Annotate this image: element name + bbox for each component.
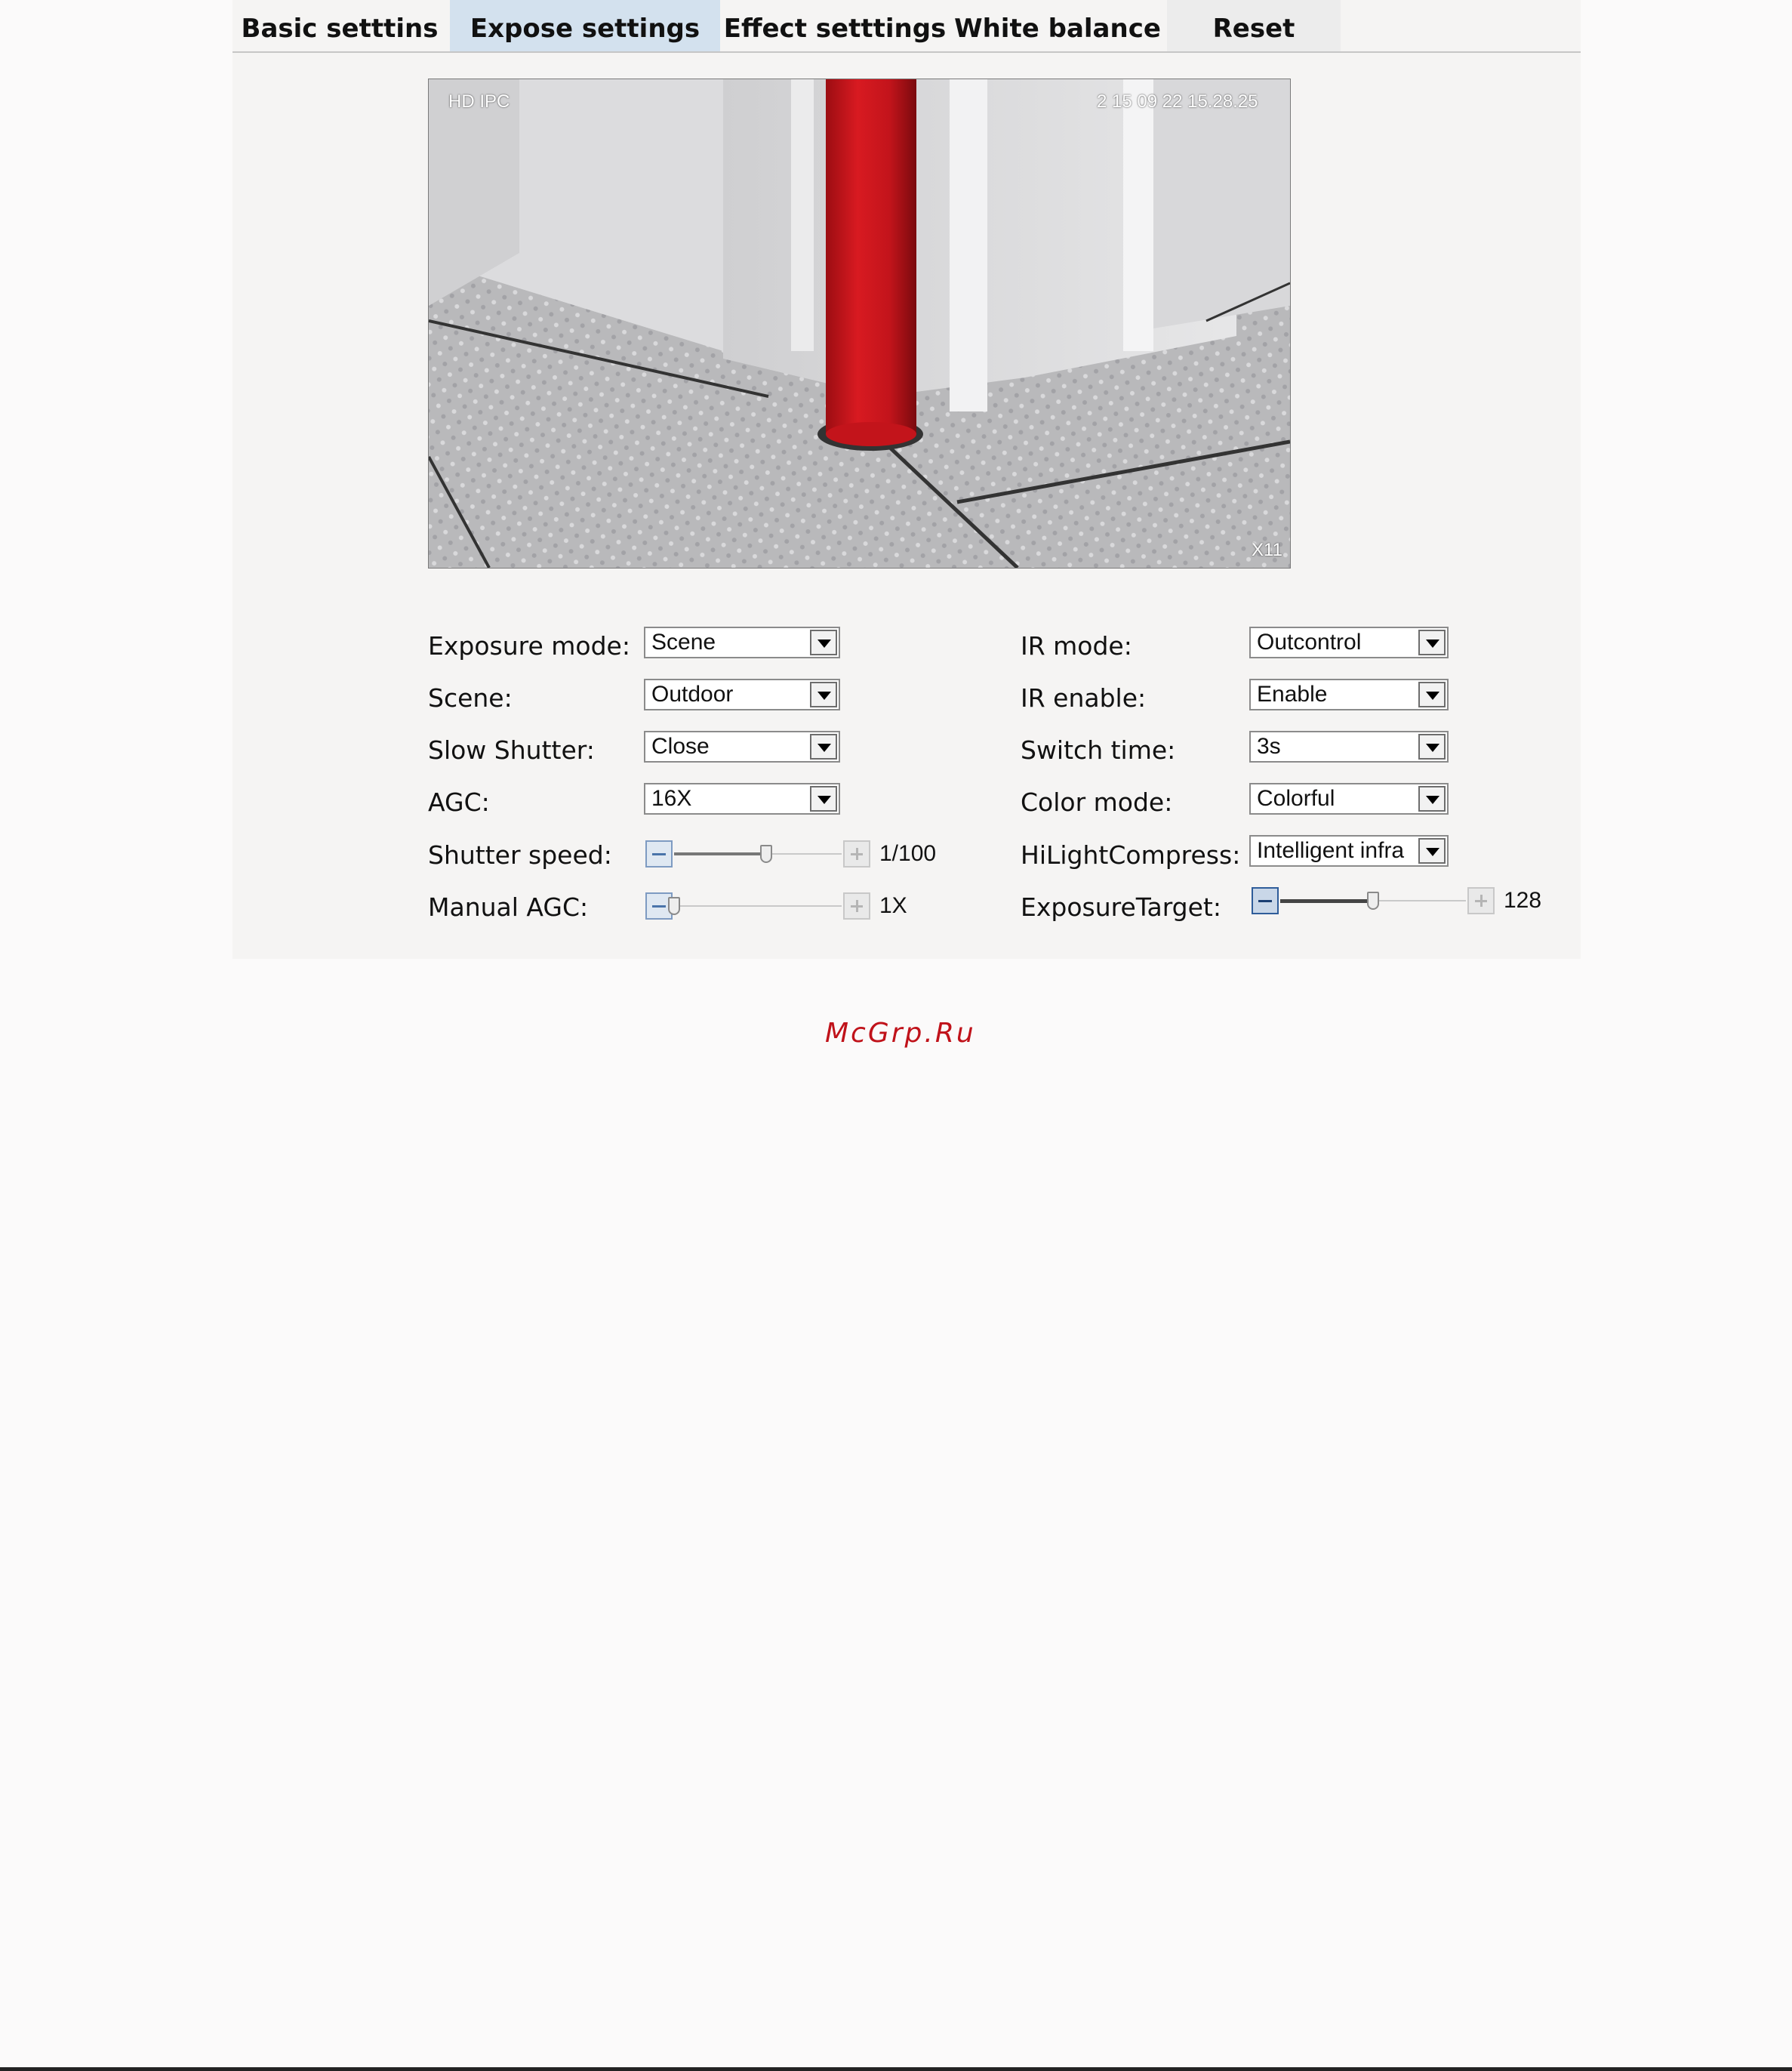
dropdown-arrow-icon[interactable] xyxy=(810,682,837,707)
dropdown-arrow-icon[interactable] xyxy=(810,786,837,812)
scene-value: Outdoor xyxy=(651,682,734,707)
tab-reset[interactable]: Reset xyxy=(1167,0,1341,51)
shutter-speed-minus-button[interactable] xyxy=(645,840,673,868)
shutter-speed-value: 1/100 xyxy=(879,841,937,866)
dropdown-arrow-icon[interactable] xyxy=(1418,734,1446,760)
shutter-speed-fill xyxy=(674,852,767,855)
exposure-target-value: 128 xyxy=(1504,888,1542,913)
dropdown-arrow-icon[interactable] xyxy=(810,630,837,655)
bottom-divider xyxy=(0,2067,1792,2071)
scene-label: Scene: xyxy=(428,683,513,713)
shutter-speed-thumb[interactable] xyxy=(760,845,773,863)
settings-tab-bar: Basic setttins Expose settings Effect se… xyxy=(232,0,1581,53)
manual-agc-thumb[interactable] xyxy=(668,897,680,915)
switch-time-select[interactable]: 3s xyxy=(1249,731,1449,763)
shutter-speed-plus-button[interactable] xyxy=(843,840,870,868)
exposure-mode-select[interactable]: Scene xyxy=(644,627,840,658)
watermark-text: McGrp.Ru xyxy=(825,1018,976,1049)
agc-label: AGC: xyxy=(428,787,490,817)
slow-shutter-label: Slow Shutter: xyxy=(428,735,595,765)
switch-time-label: Switch time: xyxy=(1021,735,1176,765)
dropdown-arrow-icon[interactable] xyxy=(1418,630,1446,655)
tab-expose-settings[interactable]: Expose settings xyxy=(450,0,720,51)
shutter-speed-label: Shutter speed: xyxy=(428,840,612,870)
hilight-compress-select[interactable]: Intelligent infra xyxy=(1249,835,1449,867)
manual-agc-label: Manual AGC: xyxy=(428,892,589,922)
ir-enable-value: Enable xyxy=(1257,682,1328,707)
manual-agc-value: 1X xyxy=(879,893,907,918)
osd-timestamp: 2 15 09 22 15.28.25 xyxy=(1097,91,1258,112)
osd-zoom: X11 xyxy=(1252,540,1282,560)
color-mode-label: Color mode: xyxy=(1021,787,1173,817)
exposure-target-thumb[interactable] xyxy=(1367,892,1379,910)
switch-time-value: 3s xyxy=(1257,734,1281,759)
dropdown-arrow-icon[interactable] xyxy=(810,734,837,760)
ir-mode-label: IR mode: xyxy=(1021,631,1132,661)
camera-preview[interactable]: HD IPC 2 15 09 22 15.28.25 X11 xyxy=(428,79,1291,569)
exposure-mode-value: Scene xyxy=(651,630,716,655)
manual-agc-track[interactable] xyxy=(674,905,842,907)
osd-title: HD IPC xyxy=(448,91,510,112)
exposure-target-minus-button[interactable] xyxy=(1252,887,1279,914)
ir-enable-label: IR enable: xyxy=(1021,683,1147,713)
tab-white-balance[interactable]: White balance xyxy=(950,0,1165,51)
ir-mode-value: Outcontrol xyxy=(1257,630,1362,655)
tab-basic-settings[interactable]: Basic setttins xyxy=(232,0,447,51)
dropdown-arrow-icon[interactable] xyxy=(1418,786,1446,812)
manual-agc-plus-button[interactable] xyxy=(843,892,870,920)
ir-mode-select[interactable]: Outcontrol xyxy=(1249,627,1449,658)
dropdown-arrow-icon[interactable] xyxy=(1418,838,1446,864)
slow-shutter-select[interactable]: Close xyxy=(644,731,840,763)
ir-enable-select[interactable]: Enable xyxy=(1249,679,1449,710)
slow-shutter-value: Close xyxy=(651,734,710,759)
agc-value: 16X xyxy=(651,786,692,811)
exposure-mode-label: Exposure mode: xyxy=(428,631,630,661)
dropdown-arrow-icon[interactable] xyxy=(1418,682,1446,707)
camera-frame-image xyxy=(429,79,1290,568)
exposure-target-plus-button[interactable] xyxy=(1467,887,1495,914)
scene-select[interactable]: Outdoor xyxy=(644,679,840,710)
hilight-compress-value: Intelligent infra xyxy=(1257,838,1405,863)
exposure-target-label: ExposureTarget: xyxy=(1021,892,1221,922)
tab-effect-settings[interactable]: Effect setttings xyxy=(722,0,948,51)
agc-select[interactable]: 16X xyxy=(644,783,840,815)
exposure-target-fill xyxy=(1280,899,1373,903)
color-mode-value: Colorful xyxy=(1257,786,1335,811)
hilight-compress-label: HiLightCompress: xyxy=(1021,840,1241,870)
color-mode-select[interactable]: Colorful xyxy=(1249,783,1449,815)
